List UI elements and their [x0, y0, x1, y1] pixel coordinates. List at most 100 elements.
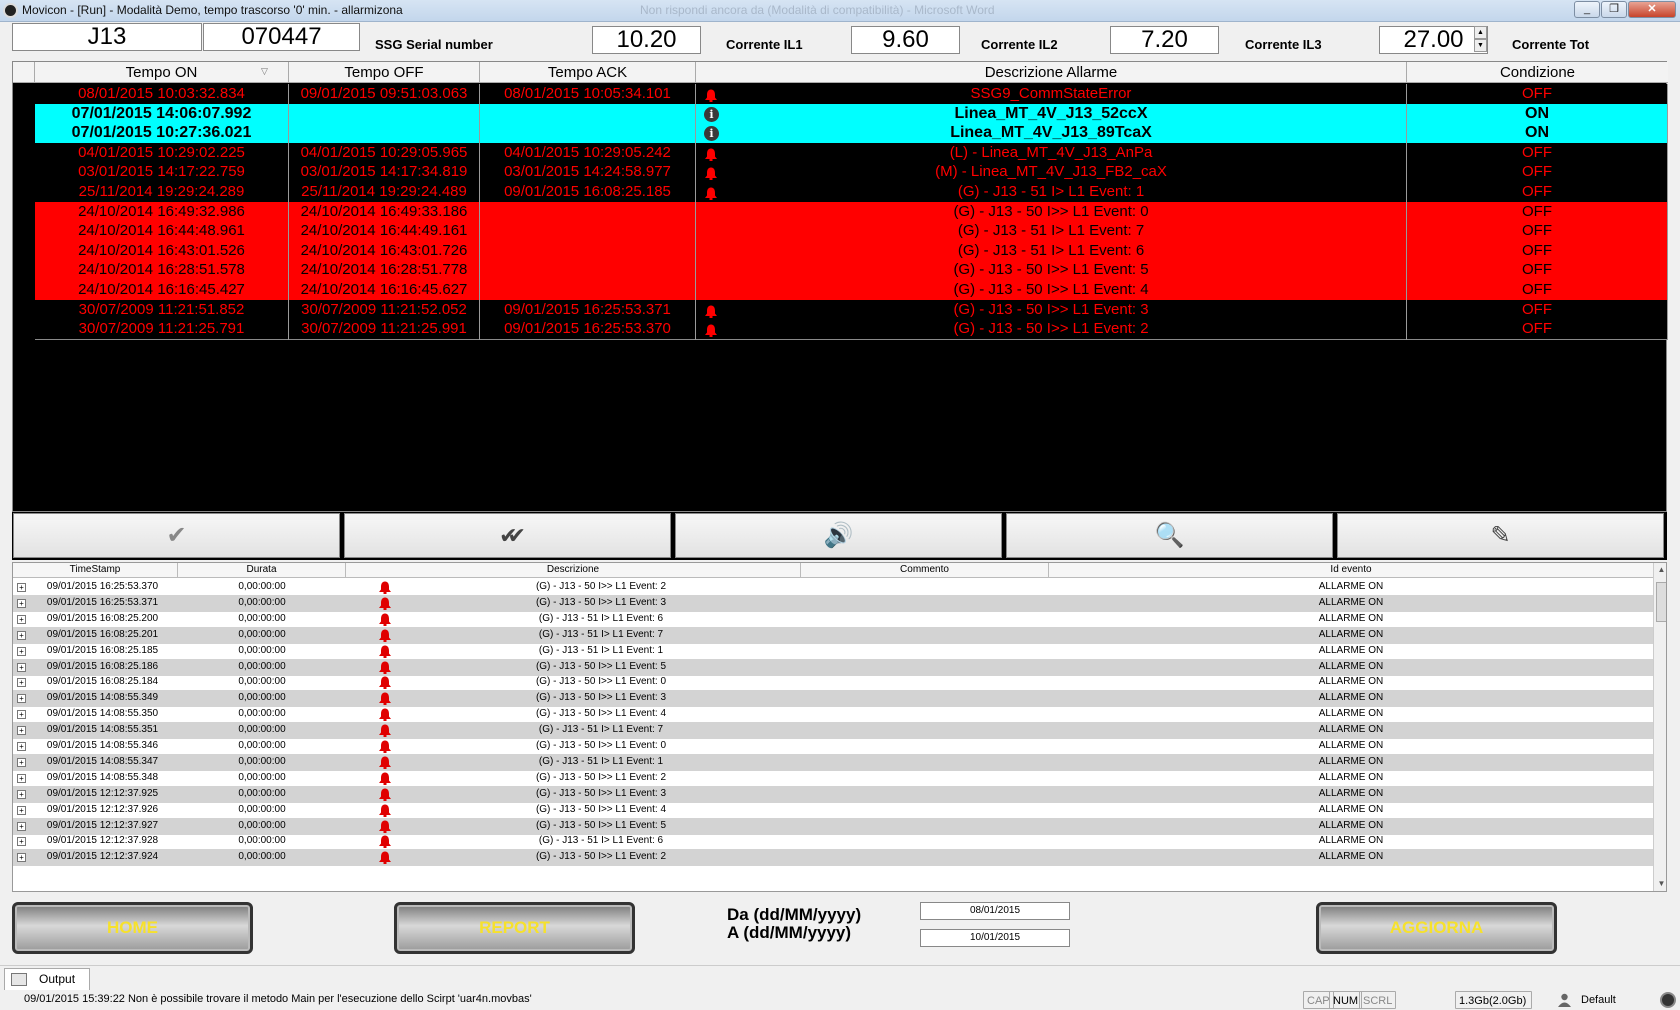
history-row[interactable]: +09/01/2015 14:08:55.347 0,00:00:00 (G) - … — [13, 753, 1653, 771]
history-row[interactable]: +09/01/2015 14:08:55.348 0,00:00:00 (G) - … — [13, 770, 1653, 787]
history-row[interactable]: +09/01/2015 12:12:37.927 0,00:00:00 (G) - … — [13, 817, 1653, 835]
background-window-title: Non rispondi ancora da (Modalità di comp… — [640, 3, 995, 17]
history-header-id-evento[interactable]: Id evento — [1049, 563, 1653, 578]
alarm-row[interactable]: 03/01/2015 14:17:22.759 03/01/2015 14:17:… — [35, 162, 1668, 184]
spin-up-icon[interactable]: ▲ — [1474, 26, 1487, 39]
alarm-row[interactable]: 07/01/2015 10:27:36.021 i Linea_MT_4V_J13_… — [35, 123, 1668, 145]
ack-all-button[interactable]: ✔✔ — [344, 513, 671, 558]
scroll-down-icon[interactable]: ▼ — [1654, 879, 1666, 888]
current-total-field[interactable]: 27.00 — [1379, 26, 1488, 54]
alarm-row[interactable]: 24/10/2014 16:49:32.986 24/10/2014 16:49:… — [35, 201, 1668, 223]
column-header-tempo-ack[interactable]: Tempo ACK — [480, 62, 696, 83]
home-button[interactable]: HOME — [12, 902, 253, 954]
expand-row-icon[interactable]: + — [17, 662, 26, 672]
refresh-button[interactable]: AGGIORNA — [1316, 902, 1557, 954]
alarm-row[interactable]: 04/01/2015 10:29:02.225 04/01/2015 10:29:… — [35, 142, 1668, 164]
expand-row-icon[interactable]: + — [17, 646, 26, 656]
alarm-row[interactable]: 30/07/2009 11:21:51.852 30/07/2009 11:21:… — [35, 299, 1668, 321]
expand-row-icon[interactable]: + — [17, 583, 26, 592]
alarm-cell-off: 24/10/2014 16:16:45.627 — [300, 281, 468, 298]
alarm-cell-desc: (G) - J13 - 50 I>> L1 Event: 0 — [953, 202, 1149, 220]
expand-row-icon[interactable]: + — [17, 821, 26, 831]
history-row[interactable]: +09/01/2015 12:12:37.926 0,00:00:00 (G) - … — [13, 802, 1653, 819]
history-cell-ts: 09/01/2015 14:08:55.348 — [46, 771, 159, 783]
spin-down-icon[interactable]: ▼ — [1474, 39, 1487, 52]
history-row[interactable]: +09/01/2015 12:12:37.925 0,00:00:00 (G) - … — [13, 785, 1653, 803]
history-row[interactable]: +09/01/2015 16:08:25.185 0,00:00:00 (G) - … — [13, 643, 1653, 660]
comment-button[interactable]: ✎ — [1337, 513, 1664, 558]
history-log-window[interactable]: TimeStamp Durata Descrizione Commento Id… — [12, 562, 1667, 892]
alarm-row[interactable]: 25/11/2014 19:29:24.289 25/11/2014 19:29:… — [35, 182, 1668, 203]
silence-horn-button[interactable]: 🔊 — [675, 513, 1002, 558]
expand-row-icon[interactable]: + — [17, 678, 26, 688]
minimize-button[interactable]: _ — [1574, 1, 1600, 18]
history-row[interactable]: +09/01/2015 16:25:53.371 0,00:00:00 (G) - … — [13, 594, 1653, 612]
current-total-spinner[interactable]: ▲ ▼ — [1474, 26, 1487, 53]
scroll-lock-indicator: SCRL — [1359, 991, 1397, 1009]
history-cell-id: ALLARME ON — [1318, 612, 1384, 624]
history-cell-ts: 09/01/2015 14:08:55.349 — [46, 692, 159, 704]
expand-row-icon[interactable]: + — [17, 726, 26, 736]
alarm-row[interactable]: 30/07/2009 11:21:25.791 30/07/2009 11:21:… — [35, 319, 1668, 341]
history-row[interactable]: +09/01/2015 16:25:53.370 0,00:00:00 (G) - … — [13, 579, 1653, 596]
alarm-row[interactable]: 24/10/2014 16:43:01.526 24/10/2014 16:43:… — [35, 240, 1668, 262]
alarm-row[interactable]: 24/10/2014 16:16:45.427 24/10/2014 16:16:… — [35, 280, 1668, 301]
history-row[interactable]: +09/01/2015 16:08:25.186 0,00:00:00 (G) - … — [13, 658, 1653, 676]
ack-selected-button[interactable]: ✔ — [13, 513, 340, 558]
alarm-row[interactable]: 07/01/2015 14:06:07.992 i Linea_MT_4V_J13_… — [35, 103, 1668, 125]
alarm-cell-on: 07/01/2015 10:27:36.021 — [71, 124, 252, 142]
expand-row-icon[interactable]: + — [17, 694, 26, 704]
history-row[interactable]: +09/01/2015 14:08:55.349 0,00:00:00 (G) - … — [13, 690, 1653, 708]
history-row[interactable]: +09/01/2015 14:08:55.351 0,00:00:00 (G) - … — [13, 722, 1653, 740]
history-cell-ts: 09/01/2015 16:08:25.200 — [46, 612, 159, 624]
history-header-descrizione[interactable]: Descrizione — [346, 563, 801, 578]
expand-row-icon[interactable]: + — [17, 853, 26, 863]
alarm-help-button[interactable]: 🔍 — [1006, 513, 1333, 558]
date-from-field[interactable]: 08/01/2015 — [920, 902, 1070, 920]
scroll-thumb[interactable] — [1656, 582, 1666, 622]
column-header-tempo-on[interactable]: Tempo ON — [35, 62, 289, 83]
expand-row-icon[interactable]: + — [17, 614, 26, 624]
expand-row-icon[interactable]: + — [17, 710, 26, 720]
expand-row-icon[interactable]: + — [17, 789, 26, 799]
expand-row-icon[interactable]: + — [17, 757, 26, 767]
history-row[interactable]: +09/01/2015 12:12:37.928 0,00:00:00 (G) - … — [13, 833, 1653, 850]
column-header-descrizione[interactable]: Descrizione Allarme — [696, 62, 1407, 83]
history-header-timestamp[interactable]: TimeStamp — [13, 563, 178, 578]
history-cell-desc: (G) - J13 - 50 I>> L1 Event: 3 — [535, 787, 667, 799]
history-scrollbar[interactable]: ▲ ▼ — [1653, 563, 1666, 891]
maximize-button[interactable]: ❐ — [1601, 1, 1627, 18]
output-tab[interactable]: Output — [4, 968, 90, 990]
expand-row-icon[interactable]: + — [17, 742, 26, 751]
history-row[interactable]: +09/01/2015 14:08:55.350 0,00:00:00 (G) - … — [13, 706, 1653, 723]
expand-row-icon[interactable]: + — [17, 837, 26, 847]
history-row[interactable]: +09/01/2015 14:08:55.346 0,00:00:00 (G) - … — [13, 738, 1653, 755]
history-row[interactable]: +09/01/2015 12:12:37.924 0,00:00:00 (G) - … — [13, 849, 1653, 867]
close-button[interactable]: ✕ — [1628, 1, 1676, 18]
alarm-cell-on: 04/01/2015 10:29:02.225 — [78, 143, 245, 161]
history-row[interactable]: +09/01/2015 16:08:25.184 0,00:00:00 (G) - … — [13, 674, 1653, 691]
expand-row-icon[interactable]: + — [17, 805, 26, 815]
history-header-commento[interactable]: Commento — [801, 563, 1049, 578]
alarm-cell-desc: (G) - J13 - 51 I> L1 Event: 1 — [957, 183, 1145, 200]
date-to-field[interactable]: 10/01/2015 — [920, 929, 1070, 947]
alarm-window[interactable]: Tempo ON ▽ Tempo OFF Tempo ACK Descrizio… — [12, 61, 1668, 512]
alarm-row[interactable]: 24/10/2014 16:44:48.961 24/10/2014 16:44:… — [35, 221, 1668, 243]
expand-row-icon[interactable]: + — [17, 598, 26, 608]
alarm-toolbar: ✔ ✔✔ 🔊 🔍 ✎ — [12, 512, 1667, 560]
history-cell-id: ALLARME ON — [1318, 787, 1384, 799]
column-header-condizione[interactable]: Condizione — [1407, 62, 1668, 83]
alarm-row[interactable]: 24/10/2014 16:28:51.578 24/10/2014 16:28:… — [35, 260, 1668, 282]
alarm-row[interactable]: 08/01/2015 10:03:32.834 09/01/2015 09:51:… — [35, 84, 1668, 105]
alarm-bell-icon — [378, 629, 392, 642]
alarm-bell-icon — [378, 820, 392, 833]
history-row[interactable]: +09/01/2015 16:08:25.201 0,00:00:00 (G) - … — [13, 626, 1653, 644]
expand-row-icon[interactable]: + — [17, 773, 26, 783]
scroll-up-icon[interactable]: ▲ — [1654, 565, 1666, 574]
history-row[interactable]: +09/01/2015 16:08:25.200 0,00:00:00 (G) - … — [13, 611, 1653, 628]
history-header-durata[interactable]: Durata — [178, 563, 346, 578]
column-header-tempo-off[interactable]: Tempo OFF — [289, 62, 480, 83]
expand-row-icon[interactable]: + — [17, 630, 26, 640]
alarm-cell-off: 30/07/2009 11:21:25.991 — [301, 320, 467, 338]
report-button[interactable]: REPORT — [394, 902, 635, 954]
